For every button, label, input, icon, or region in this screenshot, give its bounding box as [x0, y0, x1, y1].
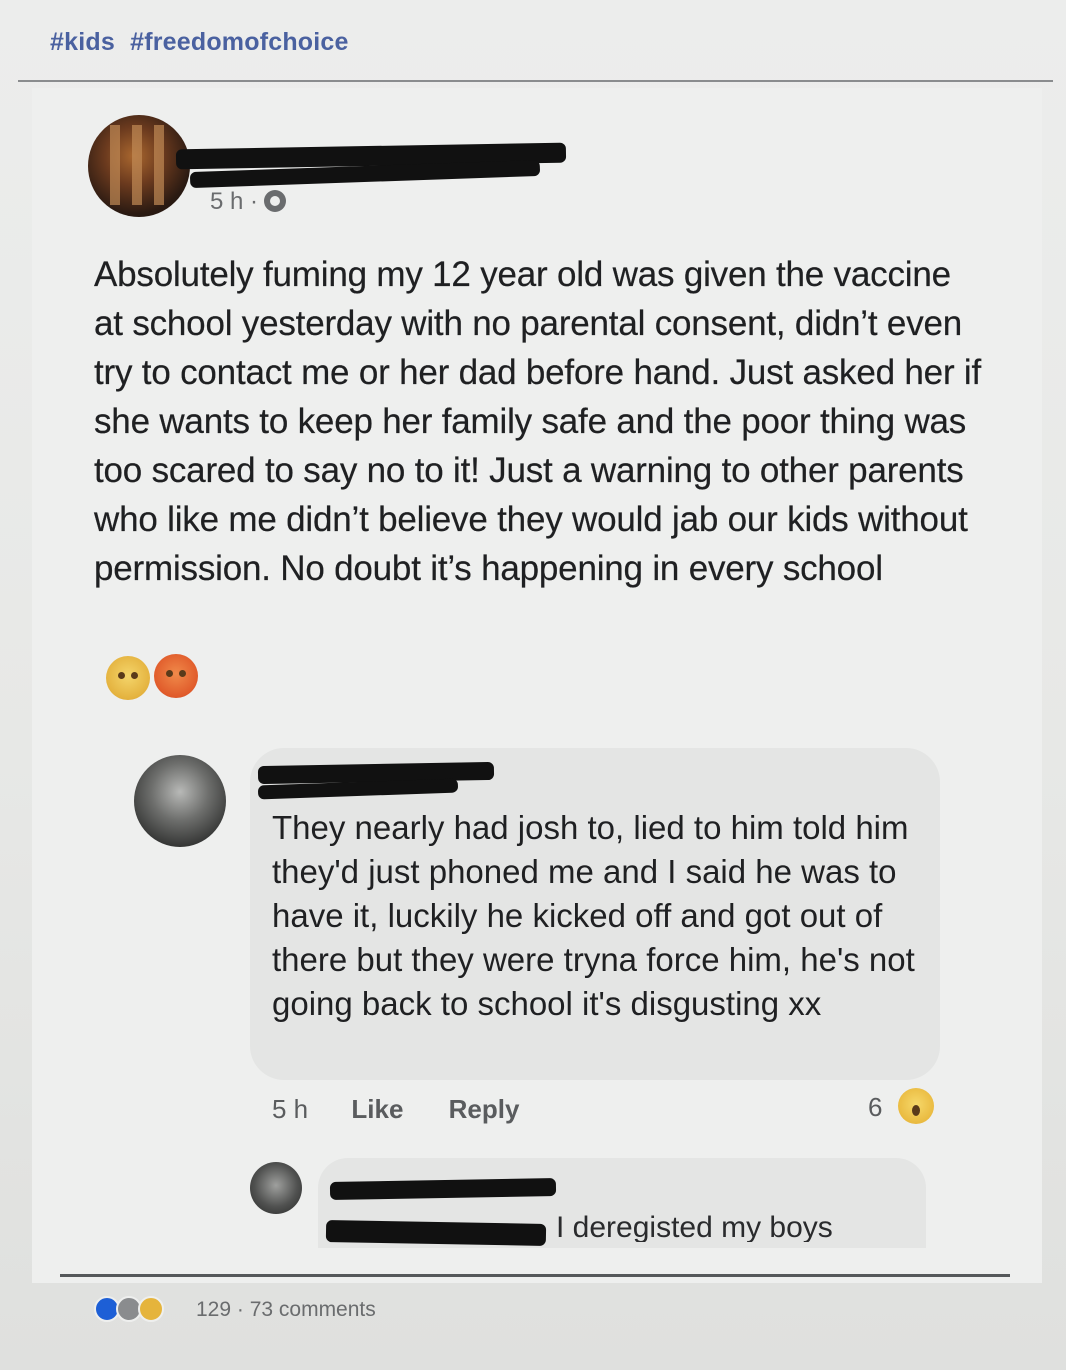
post-stats[interactable]: 129 · 73 comments: [196, 1298, 376, 1322]
reply-body: I deregisted my boys: [556, 1211, 833, 1242]
wow-icon[interactable]: [898, 1088, 934, 1124]
divider-bottom: [60, 1274, 1010, 1277]
crying-face-icon: [106, 656, 150, 700]
author-avatar[interactable]: [88, 115, 190, 217]
comment-time[interactable]: 5 h: [272, 1094, 308, 1124]
hashtag-bar: #kids #freedomofchoice: [50, 28, 357, 57]
post-time-text: 5 h ·: [210, 188, 259, 215]
comment-actions: 5 h Like Reply: [272, 1094, 557, 1125]
comment-reaction-count[interactable]: 6: [868, 1092, 882, 1123]
redacted-reply-text: [325, 1220, 547, 1246]
reply-button[interactable]: Reply: [449, 1094, 520, 1124]
comment-body: They nearly had josh to, lied to him tol…: [272, 809, 915, 1022]
replier-avatar[interactable]: [250, 1162, 302, 1214]
post-body: Absolutely fuming my 12 year old was giv…: [94, 255, 982, 588]
angry-face-icon: [154, 654, 198, 698]
hashtag-kids[interactable]: #kids: [50, 28, 115, 56]
hashtag-freedomofchoice[interactable]: #freedomofchoice: [130, 28, 349, 56]
globe-icon: [264, 190, 287, 212]
care-icon: [138, 1296, 164, 1322]
divider: [18, 80, 1053, 82]
commenter-avatar[interactable]: [134, 755, 226, 847]
post-timestamp[interactable]: 5 h ·: [210, 188, 287, 216]
like-button[interactable]: Like: [351, 1094, 403, 1124]
